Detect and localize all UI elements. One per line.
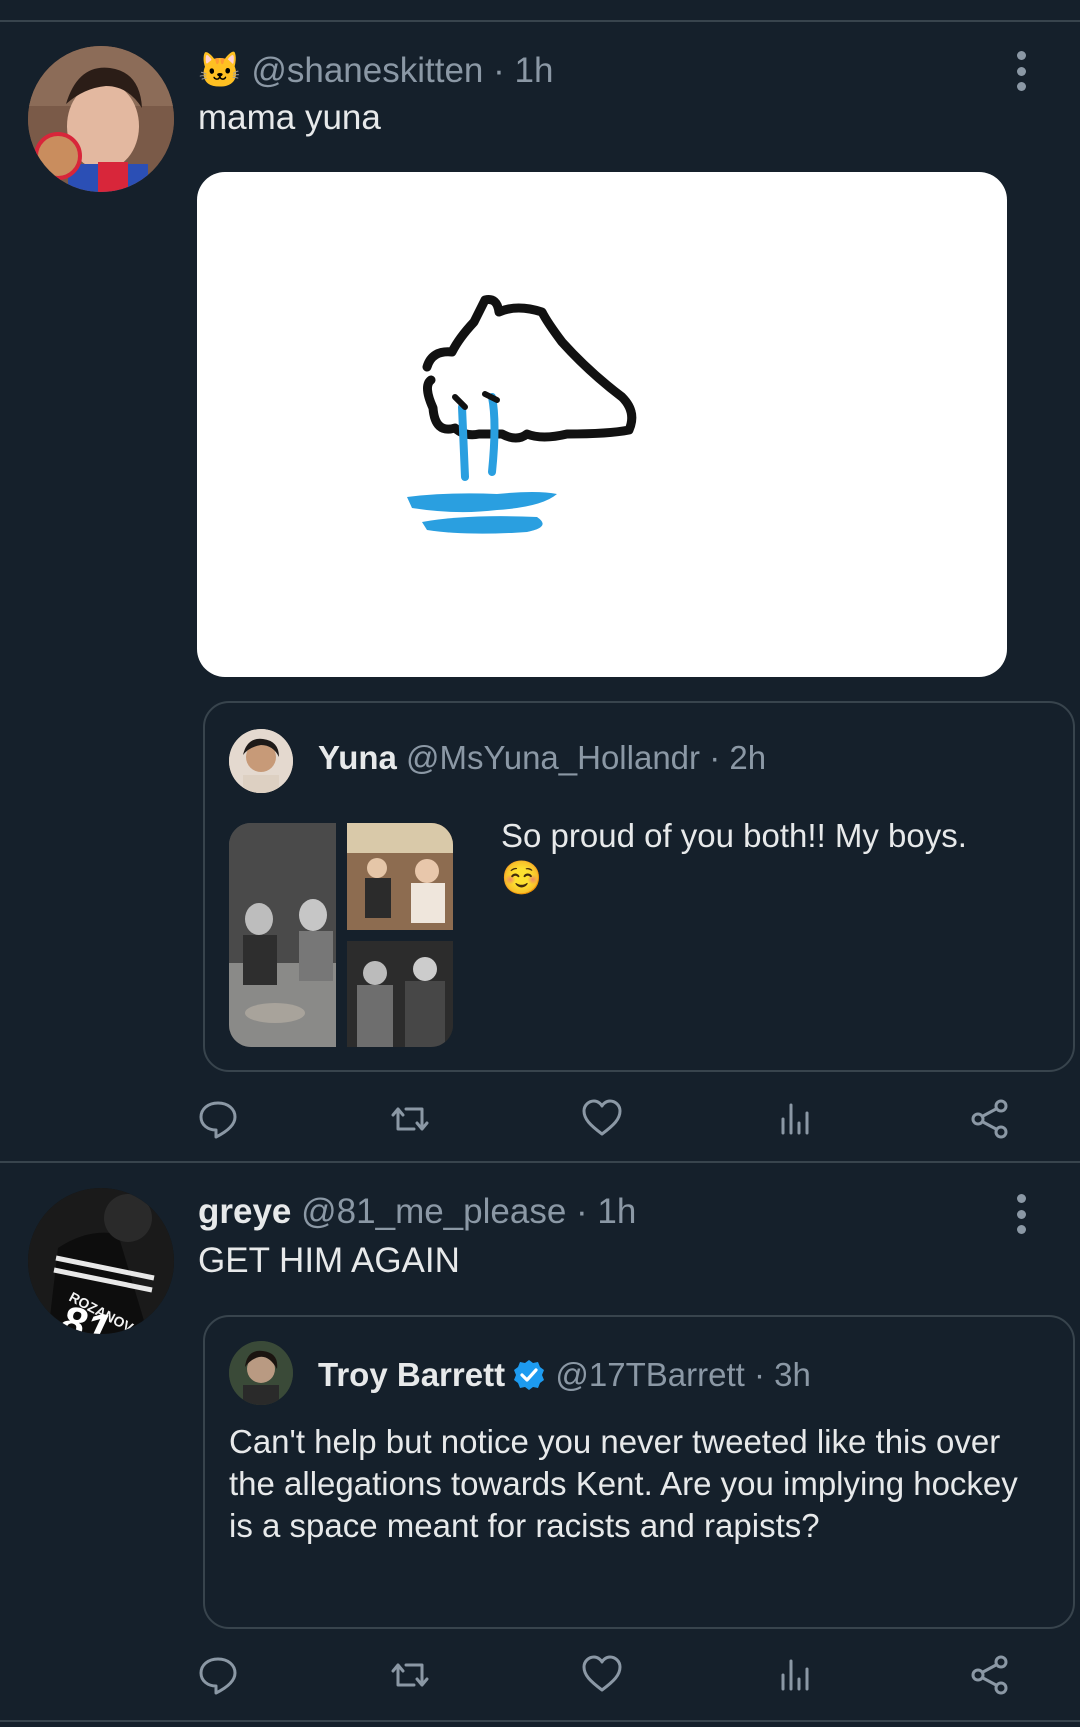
quoted-handle[interactable]: @MsYuna_Hollandr [406,739,700,776]
quoted-meta: Troy Barrett @17TBarrett · 3h [318,1356,811,1394]
quoted-avatar[interactable] [229,1341,293,1405]
share-icon[interactable] [968,1097,1012,1141]
quoted-time: · 3h [753,1356,811,1393]
top-divider [0,20,1080,22]
user-handle[interactable]: @81_me_please [301,1192,566,1231]
quoted-tweet[interactable]: Yuna @MsYuna_Hollandr · 2h So proud of y… [203,701,1075,1072]
tweet-actions [196,1097,1008,1147]
quoted-display-name[interactable]: Troy Barrett [318,1356,505,1393]
views-icon[interactable] [774,1097,818,1141]
tweet-text: mama yuna [198,98,381,137]
tweet-time: · 1h [493,51,554,90]
grid-photo-1[interactable] [229,823,336,1047]
quoted-display-name[interactable]: Yuna [318,739,397,776]
more-options-icon[interactable] [1011,51,1031,91]
quoted-avatar[interactable] [229,729,293,793]
avatar[interactable] [28,46,174,192]
more-options-icon[interactable] [1011,1194,1031,1234]
tweet-time: · 1h [576,1192,637,1231]
quoted-text-body: So proud of you both!! My boys. [501,817,967,854]
user-handle[interactable]: @shaneskitten [251,51,483,90]
grid-photo-2[interactable] [347,823,453,930]
retweet-icon[interactable] [388,1653,432,1697]
tweet-actions [196,1653,1008,1703]
like-icon[interactable] [580,1097,624,1141]
quoted-handle[interactable]: @17TBarrett [555,1356,744,1393]
verified-badge-icon [514,1360,545,1390]
quoted-text: Can't help but notice you never tweeted … [229,1423,1018,1544]
reply-icon[interactable] [196,1097,240,1141]
quoted-time: · 2h [709,739,767,776]
tweet-divider [0,1161,1080,1163]
share-icon[interactable] [968,1653,1012,1697]
avatar[interactable]: ROZANOV 81 [28,1188,174,1334]
like-icon[interactable] [580,1653,624,1697]
quoted-tweet[interactable]: Troy Barrett @17TBarrett · 3h Can't help… [203,1315,1075,1629]
handle-emoji: 🐱 [198,51,242,90]
quoted-media-grid[interactable] [229,823,453,1047]
crying-cat-drawing [407,295,637,534]
display-name[interactable]: greye [198,1192,291,1231]
tweet-text: GET HIM AGAIN [198,1241,460,1280]
retweet-icon[interactable] [388,1097,432,1141]
smiling-face-emoji: ☺️ [501,859,543,896]
bottom-divider [0,1720,1080,1722]
quoted-text: So proud of you both!! My boys. ☺️ [501,815,1021,899]
tweet-meta: greye @81_me_please · 1h [198,1192,636,1232]
tweet-meta: 🐱 @shaneskitten · 1h [198,50,553,91]
reply-icon[interactable] [196,1653,240,1697]
tweet-media-image[interactable] [197,172,1007,677]
grid-photo-3[interactable] [347,941,453,1047]
views-icon[interactable] [774,1653,818,1697]
quoted-meta: Yuna @MsYuna_Hollandr · 2h [318,739,766,777]
